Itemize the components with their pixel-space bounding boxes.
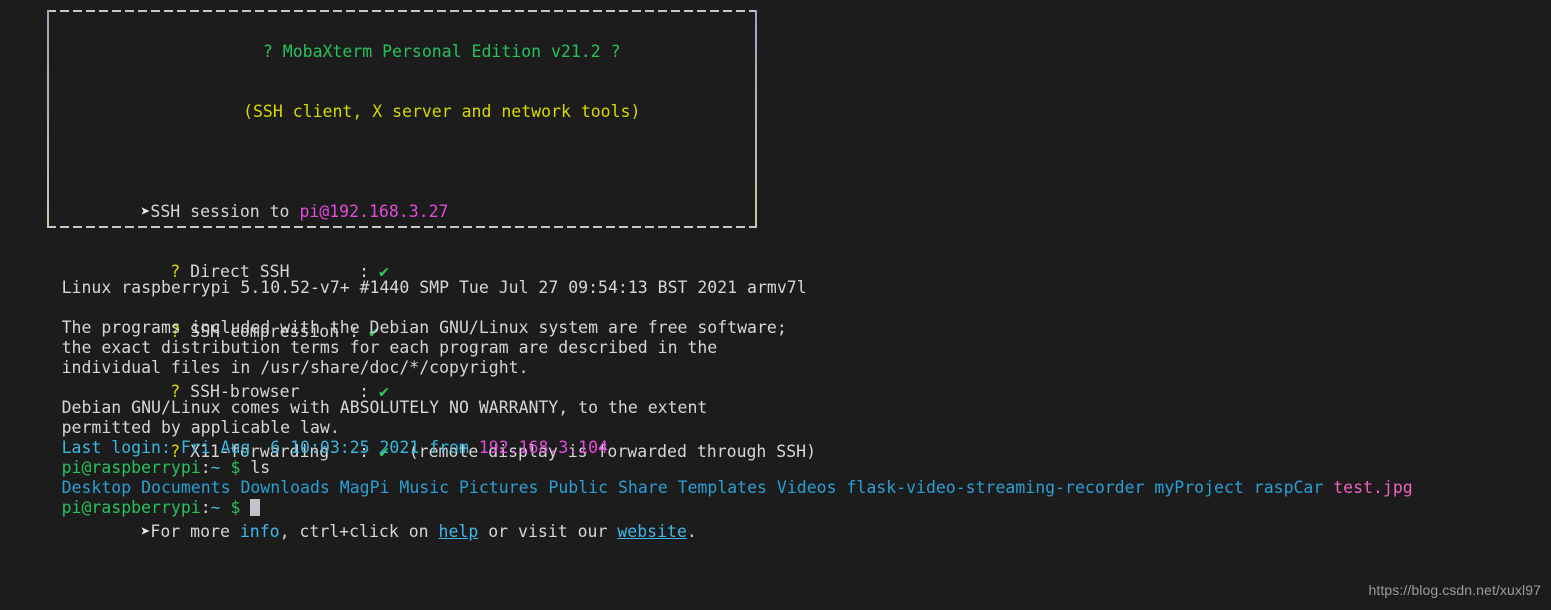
ls-entry-raspcar[interactable]: raspCar <box>1254 478 1324 497</box>
footer-text-3: or visit our <box>478 522 618 541</box>
last-login-ip: 192.168.3.104 <box>478 438 608 457</box>
kernel-text: Linux raspberrypi 5.10.52-v7+ #1440 SMP … <box>61 278 807 297</box>
ls-gap-8 <box>668 478 678 497</box>
ls-entry-share[interactable]: Share <box>618 478 668 497</box>
ls-gap-6 <box>538 478 548 497</box>
banner-spacer-2 <box>61 162 743 182</box>
prompt-space-2 <box>240 458 250 477</box>
prompt-space-4 <box>240 498 250 517</box>
ls-entry-test-jpg[interactable]: test.jpg <box>1333 478 1412 497</box>
footer-text-4: . <box>686 522 697 541</box>
ls-entry-videos[interactable]: Videos <box>777 478 837 497</box>
kernel-line: Linux raspberrypi 5.10.52-v7+ #1440 SMP … <box>2 258 1551 297</box>
ls-entry-music[interactable]: Music <box>399 478 449 497</box>
ls-gap-1 <box>131 478 141 497</box>
ls-entry-magpi[interactable]: MagPi <box>340 478 390 497</box>
license-text-2: the exact distribution terms for each pr… <box>61 338 718 357</box>
ssh-session-target: pi@192.168.3.27 <box>299 202 449 221</box>
banner-subtitle: (SSH client, X server and network tools) <box>61 82 743 142</box>
help-link[interactable]: help <box>439 522 479 541</box>
prompt-path: ~ <box>210 458 221 477</box>
ls-entry-documents[interactable]: Documents <box>141 478 230 497</box>
ls-gap-2 <box>231 478 241 497</box>
ls-entry-flask-video-streaming-recorder[interactable]: flask-video-streaming-recorder <box>846 478 1144 497</box>
prompt-path: ~ <box>210 498 221 517</box>
license-line-1: The programs included with the Debian GN… <box>2 298 1551 337</box>
info-link[interactable]: info <box>240 522 280 541</box>
website-link[interactable]: website <box>617 522 687 541</box>
banner-spacer-1 <box>61 142 743 162</box>
prompt-space-3 <box>221 498 231 517</box>
ls-gap-10 <box>837 478 847 497</box>
license-text-3: individual files in /usr/share/doc/*/cop… <box>61 358 529 377</box>
ssh-session-prefix: SSH session to <box>150 202 300 221</box>
ls-entry-pictures[interactable]: Pictures <box>459 478 538 497</box>
ls-gap-13 <box>1323 478 1333 497</box>
arrow-bullet-icon: ➤ <box>140 202 151 221</box>
footer-text-2: , ctrl+click on <box>279 522 439 541</box>
ls-entry-downloads[interactable]: Downloads <box>240 478 329 497</box>
ls-gap-5 <box>449 478 459 497</box>
banner-title-text: ? MobaXterm Personal Edition v21.2 ? <box>262 42 621 61</box>
warranty-line-1: Debian GNU/Linux comes with ABSOLUTELY N… <box>2 378 1551 417</box>
banner-subtitle-text: (SSH client, X server and network tools) <box>243 102 641 121</box>
ls-gap-12 <box>1244 478 1254 497</box>
terminal-screen[interactable]: ? MobaXterm Personal Edition v21.2 ? (SS… <box>0 0 1551 610</box>
text-cursor <box>250 499 261 516</box>
ls-entry-desktop[interactable]: Desktop <box>62 478 132 497</box>
ls-entry-myproject[interactable]: myProject <box>1154 478 1243 497</box>
prompt-space-1 <box>221 458 231 477</box>
terminal-output: Linux raspberrypi 5.10.52-v7+ #1440 SMP … <box>0 258 1551 517</box>
prompt-user-host: pi@raspberrypi <box>61 458 201 477</box>
ls-gap-9 <box>767 478 777 497</box>
ssh-session-line: ➤SSH session to pi@192.168.3.27 <box>61 182 743 242</box>
mobaxterm-banner: ? MobaXterm Personal Edition v21.2 ? (SS… <box>47 10 816 541</box>
ls-gap-4 <box>389 478 399 497</box>
banner-title: ? MobaXterm Personal Edition v21.2 ? <box>61 22 743 82</box>
watermark: https://blog.csdn.net/xuxl97 <box>1368 582 1541 598</box>
prompt-symbol: $ <box>230 458 241 477</box>
prompt-colon: : <box>200 458 211 477</box>
footer-text-1: For more <box>150 522 240 541</box>
ls-gap-3 <box>330 478 340 497</box>
ls-gap-11 <box>1144 478 1154 497</box>
ls-gap-7 <box>608 478 618 497</box>
banner-border-right <box>755 10 757 228</box>
prompt-symbol: $ <box>230 498 241 517</box>
prompt-colon: : <box>200 498 211 517</box>
prompt-user-host: pi@raspberrypi <box>61 498 201 517</box>
warranty-text-2: permitted by applicable law. <box>61 418 340 437</box>
license-text-1: The programs included with the Debian GN… <box>61 318 787 337</box>
warranty-text-1: Debian GNU/Linux comes with ABSOLUTELY N… <box>61 398 708 417</box>
arrow-bullet-icon: ➤ <box>140 522 151 541</box>
ls-entry-public[interactable]: Public <box>548 478 608 497</box>
typed-command: ls <box>250 458 271 477</box>
ls-entry-templates[interactable]: Templates <box>678 478 767 497</box>
last-login-label: Last login: Fri Aug 6 10:03:25 2021 from <box>61 438 479 457</box>
